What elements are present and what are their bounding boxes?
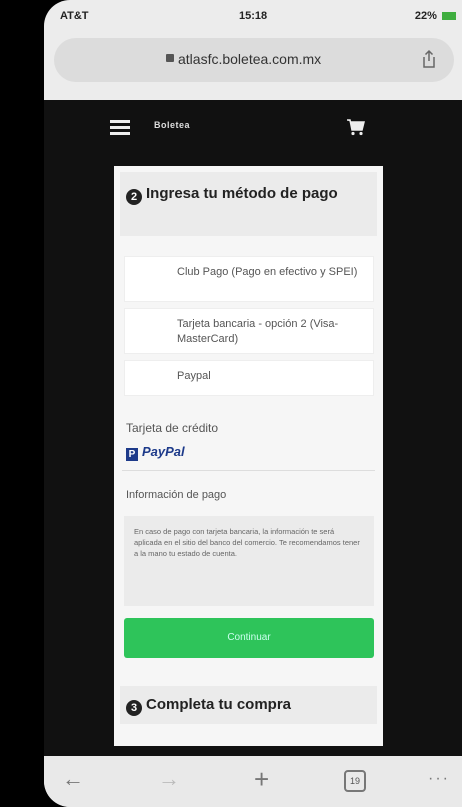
payment-option-tarjeta[interactable]: Tarjeta bancaria - opción 2 (Visa-Master…	[124, 308, 374, 354]
checkout-card: 2 Ingresa tu método de pago Club Pago (Pa…	[114, 166, 383, 746]
payment-option-clubpago[interactable]: Club Pago (Pago en efectivo y SPEI)	[124, 256, 374, 302]
carrier: AT&T	[60, 10, 89, 22]
payment-info-text: En caso de pago con tarjeta bancaria, la…	[134, 527, 360, 558]
menu-icon[interactable]	[110, 120, 130, 136]
address-bar[interactable]: atlasfc.boletea.com.mx	[54, 38, 454, 82]
step2-header: 2 Ingresa tu método de pago	[120, 172, 377, 236]
back-arrow-icon[interactable]: ←	[62, 766, 84, 792]
url-text[interactable]: atlasfc.boletea.com.mx	[178, 51, 321, 67]
site-header: Boletea	[44, 100, 462, 156]
more-icon[interactable]: ···	[428, 766, 450, 792]
phone-screen: AT&T 15:18 22% atlasfc.boletea.com.mx Bo…	[44, 0, 462, 807]
payment-option-label: Tarjeta bancaria - opción 2 (Visa-Master…	[177, 318, 339, 345]
payment-option-label: Paypal	[177, 370, 211, 382]
continue-button[interactable]: Continuar	[124, 618, 374, 658]
new-tab-icon[interactable]: +	[254, 766, 269, 792]
step3-title: 3 Completa tu compra	[126, 695, 371, 716]
payment-info-title: Información de pago	[126, 489, 227, 501]
share-icon[interactable]	[418, 48, 440, 70]
battery-indicator: 22%	[415, 10, 456, 22]
step3-header[interactable]: 3 Completa tu compra	[120, 686, 377, 724]
site-logo[interactable]: Boletea	[154, 120, 190, 130]
clock: 15:18	[239, 10, 268, 22]
step3-number: 3	[126, 700, 142, 716]
payment-option-paypal[interactable]: Paypal	[124, 360, 374, 396]
step2-number: 2	[126, 189, 142, 205]
paypal-logo: P PayPal	[126, 444, 185, 461]
browser-toolbar: ← → + 19 ···	[44, 756, 462, 807]
credit-card-label: Tarjeta de crédito	[126, 421, 219, 435]
cart-icon[interactable]	[346, 118, 366, 136]
payment-option-label: Club Pago (Pago en efectivo y SPEI)	[177, 266, 358, 278]
tabs-button[interactable]: 19	[344, 770, 366, 792]
forward-arrow-icon[interactable]: →	[158, 766, 180, 792]
battery-icon	[442, 12, 456, 21]
status-bar: AT&T 15:18 22%	[44, 0, 462, 30]
lock-icon	[166, 54, 174, 62]
step2-title: 2 Ingresa tu método de pago	[126, 184, 366, 205]
battery-percent: 22%	[414, 10, 437, 22]
payment-info-box: En caso de pago con tarjeta bancaria, la…	[124, 516, 374, 606]
divider	[122, 470, 375, 471]
